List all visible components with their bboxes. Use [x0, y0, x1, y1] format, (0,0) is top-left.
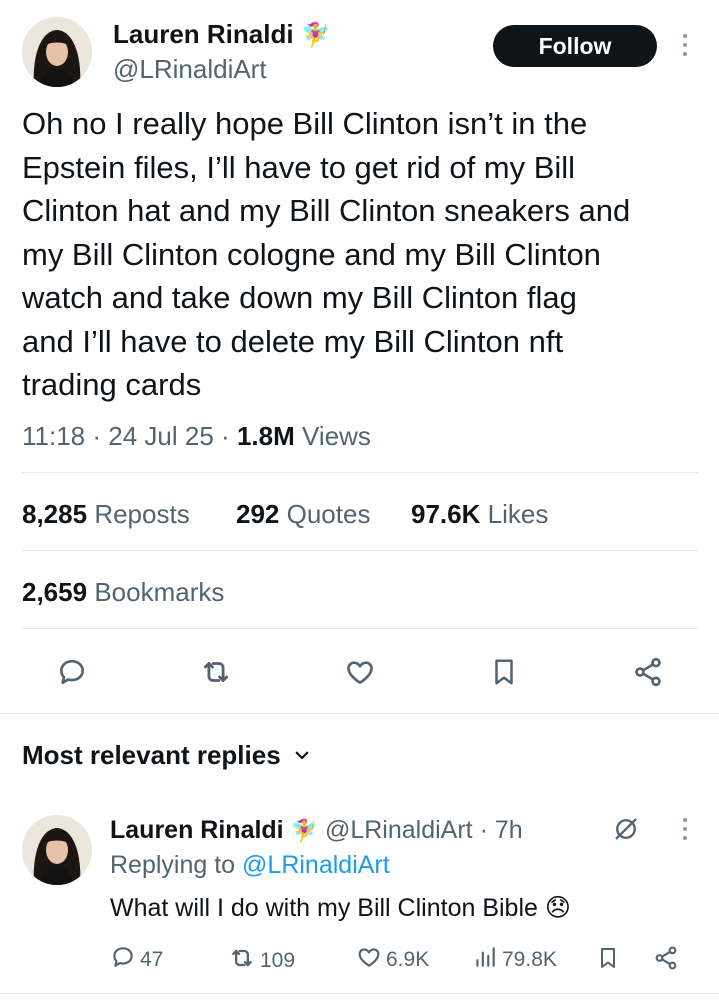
reply-repost-action[interactable]: 109 — [228, 944, 295, 978]
reposts-count: 8,285 — [22, 499, 88, 529]
repost-icon — [228, 944, 256, 978]
reply-author-name[interactable]: Lauren Rinaldi — [110, 816, 284, 844]
section-divider — [0, 713, 719, 714]
follow-button[interactable]: Follow — [493, 25, 657, 67]
reposts-stat[interactable]: 8,285 Reposts — [22, 499, 190, 529]
reply-header: Lauren Rinaldi 🧚‍♀️ @LRinaldiArt · 7h — [110, 815, 523, 846]
like-icon — [356, 944, 382, 976]
divider — [22, 472, 698, 473]
bookmarks-stat[interactable]: 2,659 Bookmarks — [22, 577, 224, 607]
reply-share-icon[interactable] — [650, 942, 682, 974]
disappointed-face-icon: 😞 — [544, 894, 571, 922]
views-icon — [472, 944, 498, 976]
author-name[interactable]: Lauren Rinaldi 🧚‍♀️ — [113, 19, 331, 51]
reply-icon — [110, 944, 136, 976]
tweet-text: Oh no I really hope Bill Clinton isn’t i… — [22, 106, 631, 402]
like-count: 6.9K — [386, 948, 430, 971]
author-name-text[interactable]: Lauren Rinaldi — [113, 19, 294, 49]
likes-stat[interactable]: 97.6K Likes — [411, 499, 548, 529]
reply-age[interactable]: · 7h — [480, 816, 523, 844]
reply-count: 47 — [140, 948, 164, 971]
replying-to-link[interactable]: @LRinaldiArt — [242, 851, 390, 879]
reply-text: What will I do with my Bill Clinton Bibl… — [110, 893, 571, 923]
reply-text-body: What will I do with my Bill Clinton Bibl… — [110, 894, 538, 922]
replying-to-prefix: Replying to — [110, 851, 236, 879]
reply-more-options-icon[interactable] — [680, 818, 690, 842]
tweet-meta: 11:18 · 24 Jul 25 · 1.8M Views — [22, 421, 371, 451]
views-count: 1.8M — [236, 421, 295, 451]
chevron-down-icon — [293, 740, 311, 770]
reply-reply-action[interactable]: 47 — [110, 944, 163, 976]
divider — [22, 550, 698, 551]
repost-count: 109 — [260, 949, 296, 972]
likes-label: Likes — [487, 499, 549, 529]
meta-separator: · — [92, 421, 102, 451]
repost-icon[interactable] — [196, 652, 236, 692]
replies-section-title: Most relevant replies — [22, 740, 281, 770]
like-icon[interactable] — [340, 652, 380, 692]
fairy-emoji-icon: 🧚‍♀️ — [300, 22, 331, 49]
reply-author-handle[interactable]: @LRinaldiArt — [325, 816, 473, 844]
author-avatar[interactable] — [22, 17, 92, 87]
share-icon[interactable] — [628, 652, 668, 692]
views-label: Views — [302, 421, 371, 451]
divider — [22, 628, 698, 629]
replying-to-line: Replying to @LRinaldiArt — [110, 850, 390, 880]
reply-bookmark-icon[interactable] — [592, 942, 624, 974]
view-count: 79.8K — [502, 948, 557, 971]
quotes-label: Quotes — [286, 499, 371, 529]
reply-author-avatar[interactable] — [22, 815, 92, 885]
bookmarks-count: 2,659 — [22, 577, 88, 607]
bookmarks-label: Bookmarks — [94, 577, 225, 607]
reply-views-action[interactable]: 79.8K — [472, 944, 557, 976]
reply-icon[interactable] — [52, 652, 92, 692]
tweet-time[interactable]: 11:18 — [22, 421, 85, 451]
reposts-label: Reposts — [94, 499, 190, 529]
reply-like-action[interactable]: 6.9K — [356, 944, 429, 976]
quotes-count: 292 — [236, 499, 280, 529]
bottom-divider — [0, 993, 719, 994]
fairy-emoji-icon: 🧚‍♀️ — [290, 818, 318, 843]
likes-count: 97.6K — [411, 499, 481, 529]
grok-icon[interactable] — [608, 812, 644, 846]
replies-sort-dropdown[interactable]: Most relevant replies — [22, 740, 311, 770]
tweet-date[interactable]: 24 Jul 25 — [108, 421, 214, 451]
meta-separator: · — [221, 421, 230, 451]
quotes-stat[interactable]: 292 Quotes — [236, 499, 370, 529]
more-options-icon[interactable] — [680, 34, 690, 58]
bookmark-icon[interactable] — [484, 652, 524, 692]
author-handle[interactable]: @LRinaldiArt — [113, 54, 267, 84]
